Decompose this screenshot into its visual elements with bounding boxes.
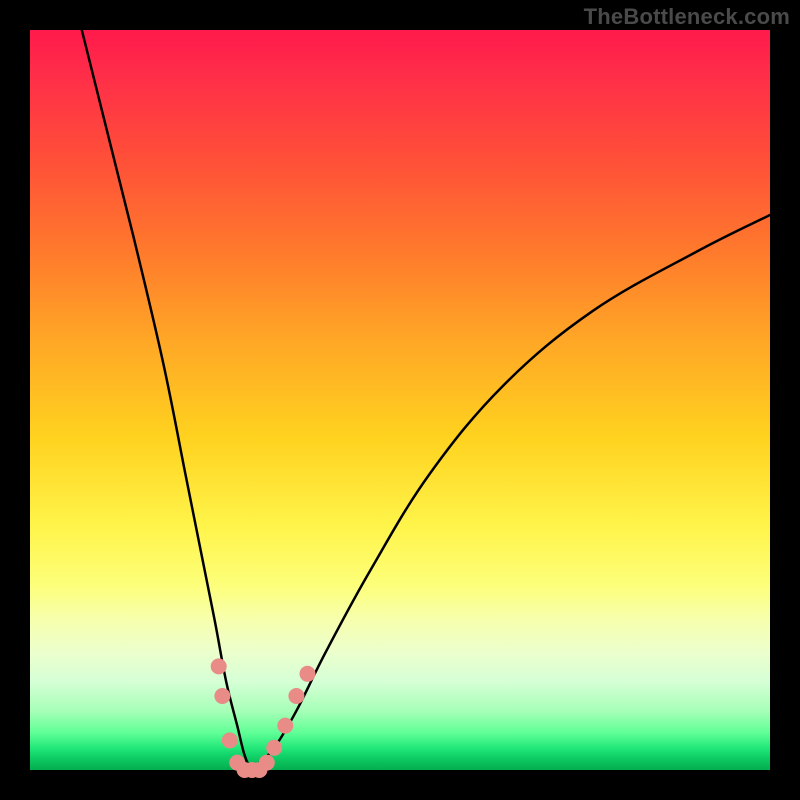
plot-area: [30, 30, 770, 770]
data-marker: [211, 658, 227, 674]
data-marker: [259, 755, 275, 771]
chart-frame: TheBottleneck.com: [0, 0, 800, 800]
data-marker: [300, 666, 316, 682]
watermark-text: TheBottleneck.com: [584, 4, 790, 30]
bottleneck-curve-path: [82, 30, 770, 770]
data-marker: [222, 732, 238, 748]
data-marker: [288, 688, 304, 704]
data-marker: [214, 688, 230, 704]
bottleneck-curve-svg: [30, 30, 770, 770]
data-marker: [277, 718, 293, 734]
data-marker: [266, 740, 282, 756]
